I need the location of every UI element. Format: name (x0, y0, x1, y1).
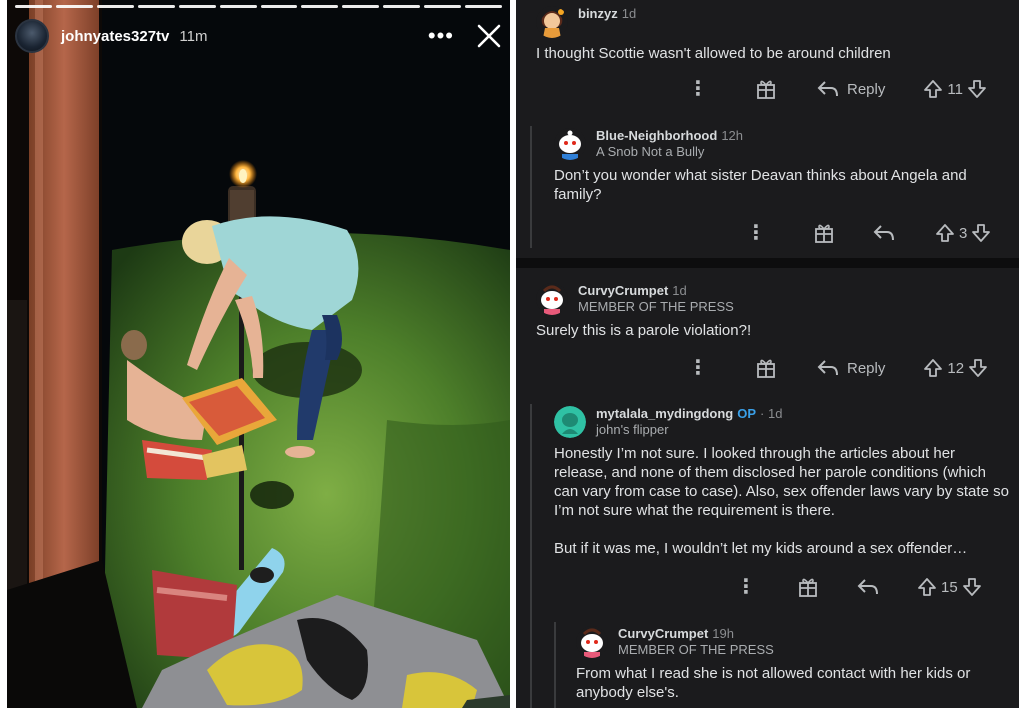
comment-actions: ⋮ Reply 11 (688, 78, 987, 100)
instagram-story: johnyates327tv 11m ••• (7, 0, 510, 708)
reply-button[interactable] (857, 578, 879, 596)
reply-icon (817, 360, 838, 376)
award-icon[interactable] (797, 576, 819, 598)
thread-line[interactable] (530, 126, 532, 248)
upvote-icon[interactable] (923, 79, 943, 99)
reply-button[interactable]: Reply (817, 359, 885, 377)
comment-time: 19h (712, 626, 734, 641)
user-avatar[interactable] (576, 626, 608, 658)
award-icon[interactable] (755, 78, 777, 100)
vote-count: 11 (947, 80, 963, 98)
comment: binzyz 1d I thought Scottie wasn't allowe… (536, 6, 1006, 63)
progress-segment (55, 5, 93, 8)
downvote-icon[interactable] (968, 358, 988, 378)
user-flair: A Snob Not a Bully (596, 144, 705, 159)
comment-body: Honestly I’m not sure. I looked through … (554, 445, 1009, 557)
comment-reply: Blue-Neighborhood 12h A Snob Not a Bully … (554, 128, 1004, 204)
comment-reply: CurvyCrumpet 19h MEMBER OF THE PRESS From… (576, 626, 1006, 702)
downvote-icon[interactable] (967, 79, 987, 99)
more-vertical-icon[interactable]: ⋮ (746, 223, 766, 243)
comment-actions: ⋮ 15 (736, 576, 982, 598)
user-flair: MEMBER OF THE PRESS (618, 642, 774, 657)
vote-controls: 11 (923, 79, 987, 99)
award-icon[interactable] (755, 357, 777, 379)
reddit-comment-thread: binzyz 1d I thought Scottie wasn't allowe… (516, 0, 1019, 708)
more-horizontal-icon[interactable]: ••• (428, 25, 454, 47)
upvote-icon[interactable] (935, 223, 955, 243)
comment-body: Don’t you wonder what sister Deavan thin… (554, 167, 967, 203)
user-flair: MEMBER OF THE PRESS (578, 299, 734, 314)
progress-segment (342, 5, 380, 8)
upvote-icon[interactable] (923, 358, 943, 378)
upvote-icon[interactable] (917, 577, 937, 597)
thread-line[interactable] (530, 404, 532, 708)
comment-time: 1d (621, 6, 637, 21)
comment-time: 12h (721, 128, 744, 143)
vote-count: 12 (947, 359, 965, 377)
more-vertical-icon[interactable]: ⋮ (688, 79, 708, 99)
reply-button[interactable]: Reply (817, 80, 885, 98)
award-icon[interactable] (813, 222, 835, 244)
comment-time: · 1d (760, 406, 783, 421)
thread-line[interactable] (554, 622, 556, 708)
story-progress-bar (15, 5, 503, 8)
reply-button[interactable] (873, 224, 895, 242)
more-vertical-icon[interactable]: ⋮ (688, 358, 708, 378)
comment-body: From what I read she is not allowed cont… (576, 665, 971, 701)
progress-segment (96, 5, 134, 8)
story-header: johnyates327tv 11m ••• (15, 18, 502, 54)
user-avatar[interactable] (536, 6, 568, 38)
progress-segment (301, 5, 339, 8)
reply-icon (873, 225, 894, 241)
progress-segment (178, 5, 216, 8)
comment-actions: ⋮ 3 (746, 222, 991, 244)
reply-icon (857, 579, 878, 595)
comment-actions: ⋮ Reply 12 (688, 357, 988, 379)
vote-controls: 3 (935, 223, 991, 243)
user-avatar[interactable] (536, 283, 568, 315)
reply-label: Reply (847, 80, 886, 98)
comment-username[interactable]: Blue-Neighborhood (596, 128, 717, 143)
progress-segment (137, 5, 175, 8)
thread-divider (516, 258, 1019, 268)
vote-count: 3 (959, 224, 968, 242)
story-avatar[interactable] (15, 19, 49, 53)
comment-username[interactable]: CurvyCrumpet (618, 626, 708, 641)
progress-segment (465, 5, 503, 8)
comment-body: Surely this is a parole violation?! (536, 322, 752, 339)
story-username[interactable]: johnyates327tv (61, 28, 169, 45)
comment-time: 1d (672, 283, 687, 298)
story-photo (7, 0, 510, 708)
progress-segment (424, 5, 462, 8)
vote-controls: 15 (917, 577, 982, 597)
progress-segment (219, 5, 257, 8)
more-vertical-icon[interactable]: ⋮ (736, 577, 756, 597)
user-avatar[interactable] (554, 128, 586, 160)
progress-segment (15, 5, 52, 8)
op-badge: OP (737, 406, 757, 421)
downvote-icon[interactable] (971, 223, 991, 243)
progress-segment (260, 5, 298, 8)
vote-controls: 12 (923, 358, 988, 378)
comment: CurvyCrumpet 1d MEMBER OF THE PRESS Surel… (536, 283, 1006, 340)
downvote-icon[interactable] (962, 577, 982, 597)
user-avatar[interactable] (554, 406, 586, 438)
story-time: 11m (179, 27, 208, 45)
progress-segment (383, 5, 421, 8)
comment-username[interactable]: binzyz (578, 6, 618, 21)
comment-username[interactable]: mytalala_mydingdong (596, 406, 733, 421)
comment-reply: mytalala_mydingdong OP · 1d john's flipper… (554, 406, 1009, 558)
close-icon[interactable] (476, 23, 502, 49)
comment-body: I thought Scottie wasn't allowed to be a… (536, 45, 891, 62)
reply-label: Reply (847, 359, 886, 377)
vote-count: 15 (941, 578, 958, 596)
comment-username[interactable]: CurvyCrumpet (578, 283, 668, 298)
user-flair: john's flipper (596, 422, 669, 437)
reply-icon (817, 81, 838, 97)
